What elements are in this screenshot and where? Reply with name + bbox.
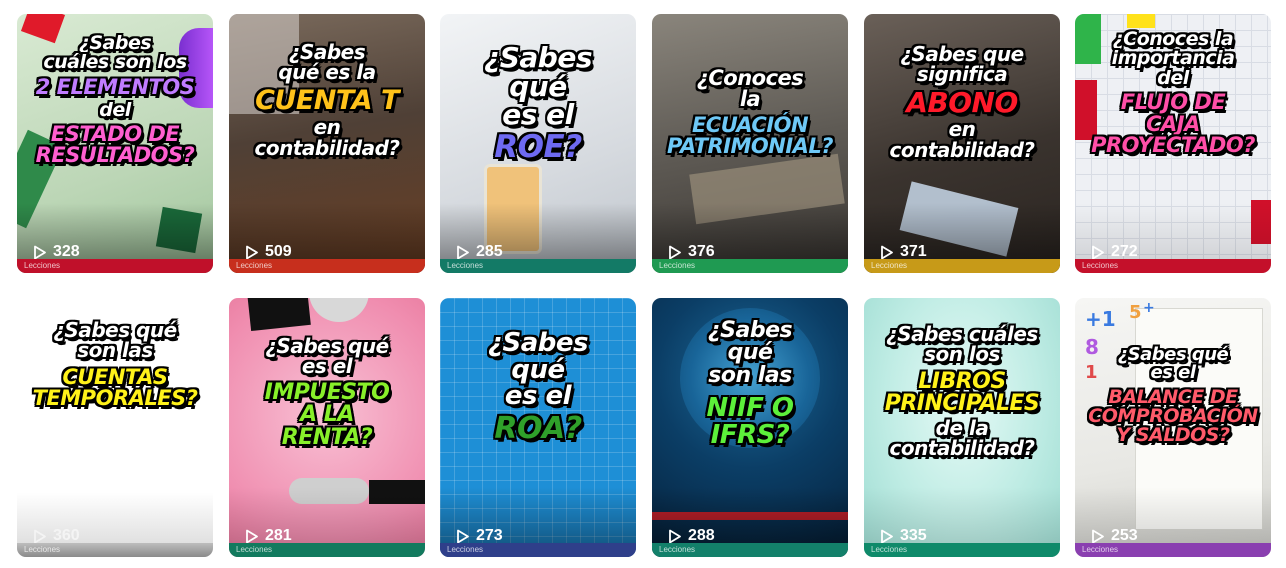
- footer-label: Lecciones: [1082, 545, 1119, 554]
- card-caption: ¿Sabes qué son las CUENTAS TEMPORALES?: [32, 318, 198, 411]
- card-footer-strip: Lecciones: [440, 543, 636, 557]
- footer-label: Lecciones: [871, 261, 908, 270]
- play-icon: [34, 245, 46, 259]
- card-footer-strip: Lecciones: [864, 543, 1060, 557]
- card-footer-strip: Lecciones: [17, 543, 213, 557]
- play-icon: [669, 245, 681, 259]
- card-caption: ¿Sabes cuáles son los LIBROS PRINCIPALES…: [884, 322, 1040, 461]
- video-card[interactable]: ¿Sabes qué son las NIIF O IFRS? 288 Lecc…: [652, 298, 848, 557]
- video-card[interactable]: ¿Conoces la ECUACIÓN PATRIMONIAL? 376 Le…: [652, 14, 848, 273]
- card-caption: ¿Sabes qué son las NIIF O IFRS?: [706, 318, 794, 450]
- footer-label: Lecciones: [24, 545, 61, 554]
- play-icon: [1092, 529, 1104, 543]
- card-footer-strip: Lecciones: [440, 259, 636, 273]
- video-card[interactable]: +1 5 + 8 1 ¿Sabes qué es el BALANCE DE C…: [1075, 298, 1271, 557]
- card-caption: ¿Sabes qué es la CUENTA T en contabilida…: [254, 40, 400, 160]
- card-footer-strip: Lecciones: [652, 543, 848, 557]
- footer-label: Lecciones: [24, 261, 61, 270]
- play-icon: [457, 245, 469, 259]
- play-icon: [34, 529, 46, 543]
- card-footer-strip: Lecciones: [1075, 543, 1271, 557]
- video-card[interactable]: ¿Sabes qué es el ROE? 285 Lecciones: [440, 14, 636, 273]
- card-footer-strip: Lecciones: [17, 259, 213, 273]
- play-icon: [246, 245, 258, 259]
- play-icon: [881, 245, 893, 259]
- card-footer-strip: Lecciones: [1075, 259, 1271, 273]
- card-caption: ¿Conoces la importancia del FLUJO DE CAJ…: [1091, 28, 1255, 157]
- footer-label: Lecciones: [871, 545, 908, 554]
- footer-label: Lecciones: [447, 261, 484, 270]
- play-icon: [669, 529, 681, 543]
- card-footer-strip: Lecciones: [229, 259, 425, 273]
- footer-label: Lecciones: [236, 261, 273, 270]
- footer-label: Lecciones: [447, 545, 484, 554]
- play-icon: [1092, 245, 1104, 259]
- video-grid: ¿Sabes cuáles son los 2 ELEMENTOS del ES…: [17, 14, 1271, 559]
- video-card[interactable]: ¿Sabes qué son las CUENTAS TEMPORALES? 3…: [17, 298, 213, 557]
- video-card[interactable]: ¿Sabes cuáles son los LIBROS PRINCIPALES…: [864, 298, 1060, 557]
- footer-label: Lecciones: [236, 545, 273, 554]
- card-caption: ¿Sabes qué es el BALANCE DE COMPROBACIÓN…: [1088, 344, 1258, 447]
- decor-shape: [1127, 14, 1155, 28]
- svg-text:5: 5: [1129, 302, 1142, 323]
- card-footer-strip: Lecciones: [864, 259, 1060, 273]
- footer-label: Lecciones: [1082, 261, 1119, 270]
- card-footer-strip: Lecciones: [229, 543, 425, 557]
- card-caption: ¿Sabes qué es el ROE?: [483, 41, 593, 165]
- card-footer-strip: Lecciones: [652, 259, 848, 273]
- card-caption: ¿Conoces la ECUACIÓN PATRIMONIAL?: [667, 66, 833, 159]
- card-caption: ¿Sabes cuáles son los 2 ELEMENTOS del ES…: [35, 32, 195, 167]
- video-card[interactable]: ¿Conoces la importancia del FLUJO DE CAJ…: [1075, 14, 1271, 273]
- footer-label: Lecciones: [659, 261, 696, 270]
- svg-text:+1: +1: [1085, 307, 1116, 331]
- play-icon: [457, 529, 469, 543]
- play-icon: [246, 529, 258, 543]
- footer-label: Lecciones: [659, 545, 696, 554]
- card-caption: ¿Sabes que significa ABONO en contabilid…: [889, 42, 1035, 162]
- video-card[interactable]: ¿Sabes qué es la CUENTA T en contabilida…: [229, 14, 425, 273]
- play-icon: [881, 529, 893, 543]
- video-card[interactable]: ¿Sabes cuáles son los 2 ELEMENTOS del ES…: [17, 14, 213, 273]
- video-card[interactable]: ¿Sabes que significa ABONO en contabilid…: [864, 14, 1060, 273]
- card-caption: ¿Sabes qué es el ROA?: [487, 328, 589, 446]
- video-card[interactable]: ¿Sabes qué es el IMPUESTO A LA RENTA? 28…: [229, 298, 425, 557]
- card-caption: ¿Sabes qué es el IMPUESTO A LA RENTA?: [264, 334, 390, 450]
- video-card[interactable]: ¿Sabes qué es el ROA? 273 Lecciones: [440, 298, 636, 557]
- svg-text:+: +: [1143, 300, 1155, 316]
